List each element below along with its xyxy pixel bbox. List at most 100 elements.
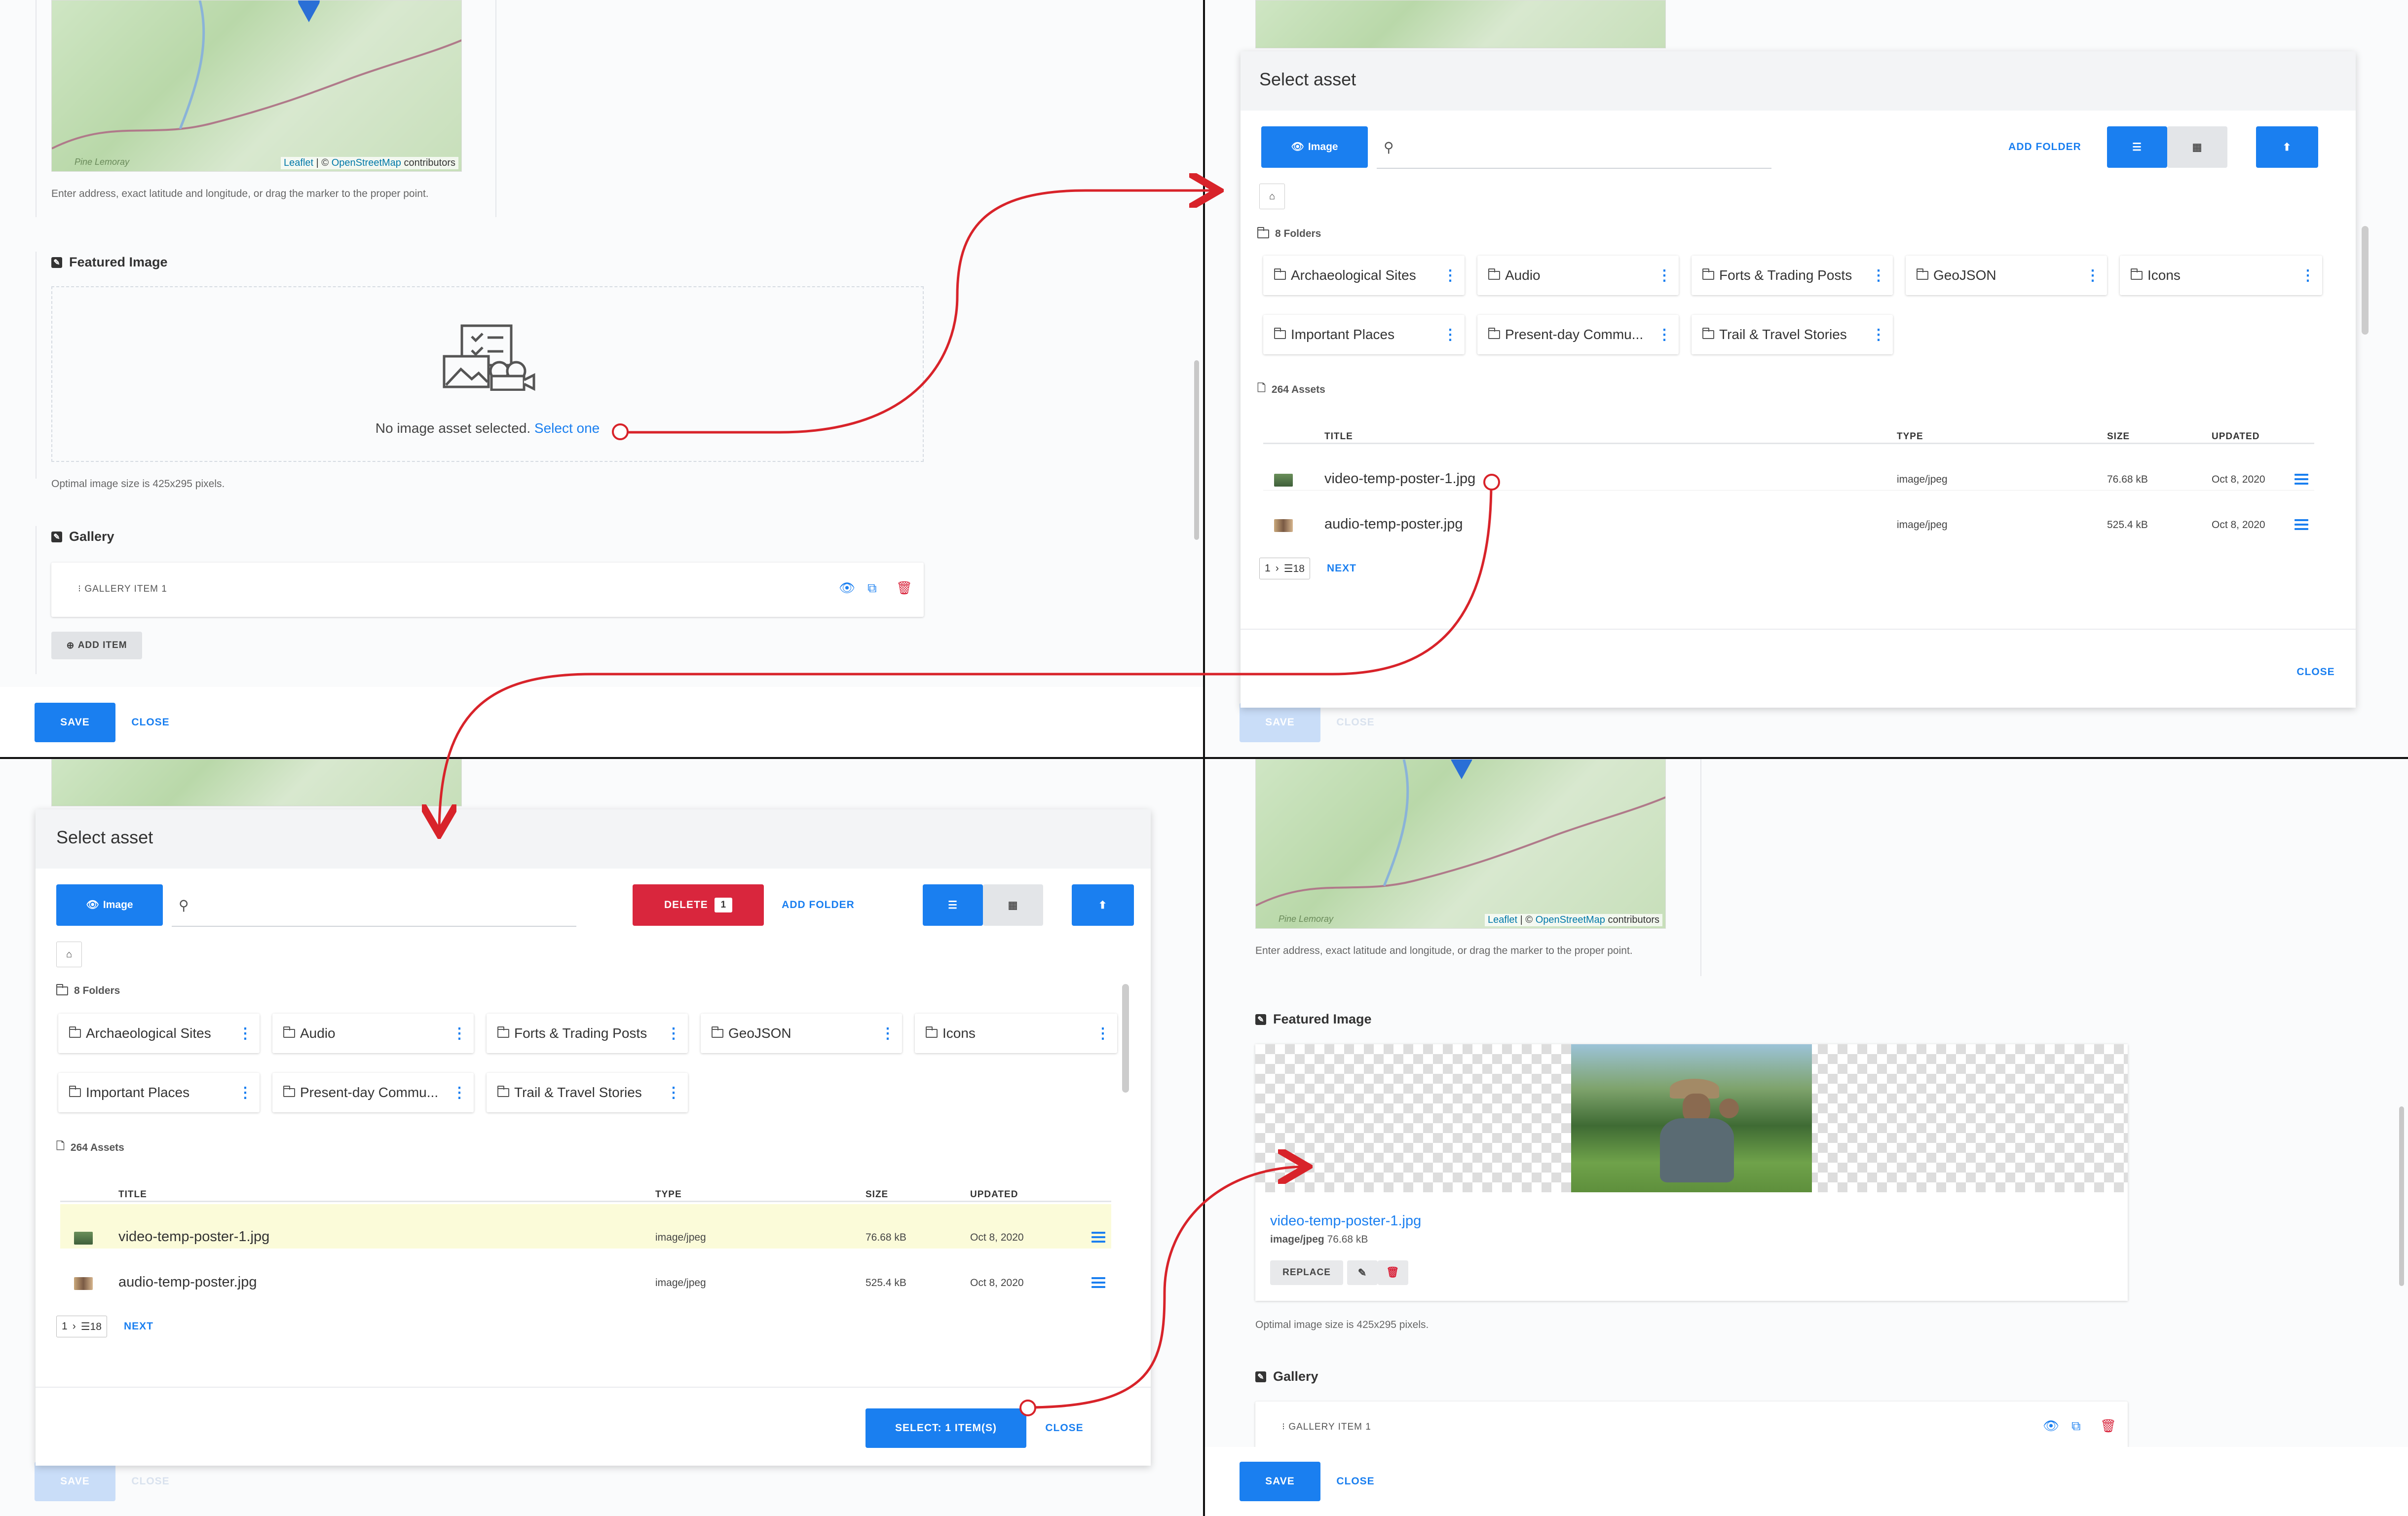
close-button[interactable]: CLOSE [1328,1462,1383,1501]
row-menu-icon[interactable] [1091,1277,1105,1288]
asset-title[interactable]: video-temp-poster-1.jpg [1324,471,1475,487]
search-input[interactable]: ⚲ [1377,125,1771,169]
per-page[interactable]: ☰18 [81,1321,102,1333]
close-button[interactable]: CLOSE [123,703,178,742]
save-button[interactable]: SAVE [35,703,115,742]
modal-close-button[interactable]: CLOSE [2289,658,2343,686]
leaflet-link[interactable]: Leaflet [284,157,313,168]
folder-archaeological-sites[interactable]: Archaeological Sites ⋮ [58,1014,260,1053]
row-menu-icon[interactable] [2295,474,2308,485]
folder-menu-icon[interactable]: ⋮ [1657,326,1672,343]
map-marker-icon[interactable] [1449,759,1474,780]
location-map[interactable]: Pine Lemoray Leaflet | © OpenStreetMap c… [1255,759,1666,929]
eye-icon[interactable]: 👁 [839,580,855,596]
folder-geojson[interactable]: GeoJSON ⋮ [701,1014,902,1053]
col-size[interactable]: SIZE [865,1189,888,1200]
copy-icon[interactable]: ⧉ [2071,1418,2081,1434]
folder-important-places[interactable]: Important Places ⋮ [58,1073,260,1112]
folder-geojson[interactable]: GeoJSON ⋮ [1906,256,2107,295]
search-input[interactable]: ⚲ [172,883,576,927]
col-updated[interactable]: UPDATED [970,1189,1018,1200]
modal-close-button[interactable]: CLOSE [1037,1408,1091,1448]
col-type[interactable]: TYPE [655,1189,682,1200]
folder-trail-travel-stories[interactable]: Trail & Travel Stories ⋮ [487,1073,688,1112]
copy-icon[interactable]: ⧉ [867,580,877,596]
row-menu-icon[interactable] [1091,1232,1105,1243]
list-view-button[interactable]: ☰ [923,884,983,926]
image-preview[interactable] [1255,1044,2128,1192]
col-title[interactable]: TITLE [118,1189,147,1200]
folders-scrollbar[interactable] [2362,226,2369,335]
scrollbar[interactable] [2399,1106,2404,1286]
folder-menu-icon[interactable]: ⋮ [1871,267,1886,284]
osm-link[interactable]: OpenStreetMap [1536,914,1605,925]
col-type[interactable]: TYPE [1897,431,1923,442]
folder-audio[interactable]: Audio ⋮ [272,1014,474,1053]
folder-menu-icon[interactable]: ⋮ [238,1084,253,1101]
next-page-button[interactable]: NEXT [116,1316,161,1337]
folder-menu-icon[interactable]: ⋮ [1095,1025,1110,1042]
folder-menu-icon[interactable]: ⋮ [1443,267,1458,284]
edit-button[interactable]: ✎ [1347,1260,1378,1285]
folder-trail-travel-stories[interactable]: Trail & Travel Stories ⋮ [1692,315,1893,354]
upload-button[interactable]: ⬆ [1072,884,1134,926]
add-folder-button[interactable]: ADD FOLDER [1995,126,2094,168]
folder-menu-icon[interactable]: ⋮ [452,1084,467,1101]
image-filter-button[interactable]: 👁 Image [56,884,163,926]
folder-menu-icon[interactable]: ⋮ [1443,326,1458,343]
home-breadcrumb[interactable]: ⌂ [1259,184,1285,209]
eye-icon[interactable]: 👁 [2043,1418,2059,1434]
select-one-link[interactable]: Select one [534,420,600,436]
page-number[interactable]: 1 [1265,563,1271,574]
osm-link[interactable]: OpenStreetMap [332,157,401,168]
save-button[interactable]: SAVE [1240,1462,1320,1501]
folder-important-places[interactable]: Important Places ⋮ [1263,315,1465,354]
folder-menu-icon[interactable]: ⋮ [452,1025,467,1042]
add-item-button[interactable]: ⊕ ADD ITEM [51,632,142,659]
folder-audio[interactable]: Audio ⋮ [1477,256,1679,295]
pagination[interactable]: 1 › ☰18 [1259,558,1310,579]
asset-title[interactable]: audio-temp-poster.jpg [118,1274,257,1290]
col-size[interactable]: SIZE [2107,431,2130,442]
replace-button[interactable]: REPLACE [1270,1260,1343,1285]
folder-present-day-communities[interactable]: Present-day Commu... ⋮ [1477,315,1679,354]
trash-icon[interactable]: 🗑 [2100,1418,2116,1434]
delete-button[interactable]: DELETE 1 [633,884,764,926]
folder-menu-icon[interactable]: ⋮ [238,1025,253,1042]
asset-title[interactable]: video-temp-poster-1.jpg [118,1229,269,1245]
folder-menu-icon[interactable]: ⋮ [1657,267,1672,284]
row-menu-icon[interactable] [2295,519,2308,530]
page-number[interactable]: 1 [62,1321,68,1332]
folder-menu-icon[interactable]: ⋮ [2300,267,2315,284]
image-filter-button[interactable]: 👁 Image [1261,126,1368,168]
folder-archaeological-sites[interactable]: Archaeological Sites ⋮ [1263,256,1465,295]
home-breadcrumb[interactable]: ⌂ [56,942,82,967]
pagination[interactable]: 1 › ☰18 [56,1316,107,1337]
folder-menu-icon[interactable]: ⋮ [1871,326,1886,343]
map-marker-icon[interactable] [297,0,321,23]
list-view-button[interactable]: ☰ [2107,126,2167,168]
folder-menu-icon[interactable]: ⋮ [666,1025,681,1042]
grid-view-button[interactable]: ▦ [983,884,1043,926]
folder-menu-icon[interactable]: ⋮ [880,1025,895,1042]
gallery-item[interactable]: ⁝ GALLERY ITEM 1 👁 ⧉ 🗑 [51,563,924,617]
asset-title[interactable]: audio-temp-poster.jpg [1324,516,1463,532]
leaflet-link[interactable]: Leaflet [1488,914,1517,925]
folder-menu-icon[interactable]: ⋮ [2085,267,2100,284]
folders-scrollbar[interactable] [1122,984,1129,1093]
col-updated[interactable]: UPDATED [2212,431,2259,442]
select-items-button[interactable]: SELECT: 1 ITEM(S) [865,1408,1026,1448]
col-title[interactable]: TITLE [1324,431,1353,442]
location-map[interactable]: Pine Lemoray Leaflet | © OpenStreetMap c… [51,0,462,172]
upload-button[interactable]: ⬆ [2256,126,2318,168]
folder-icons[interactable]: Icons ⋮ [915,1014,1117,1053]
folder-present-day-communities[interactable]: Present-day Commu... ⋮ [272,1073,474,1112]
selected-asset-name[interactable]: video-temp-poster-1.jpg [1270,1213,1421,1229]
folder-icons[interactable]: Icons ⋮ [2120,256,2322,295]
folder-menu-icon[interactable]: ⋮ [666,1084,681,1101]
next-page-button[interactable]: NEXT [1319,558,1364,579]
scrollbar[interactable] [1194,360,1199,540]
per-page[interactable]: ☰18 [1284,563,1305,575]
trash-icon[interactable]: 🗑 [896,580,912,596]
folder-forts-trading-posts[interactable]: Forts & Trading Posts ⋮ [1692,256,1893,295]
